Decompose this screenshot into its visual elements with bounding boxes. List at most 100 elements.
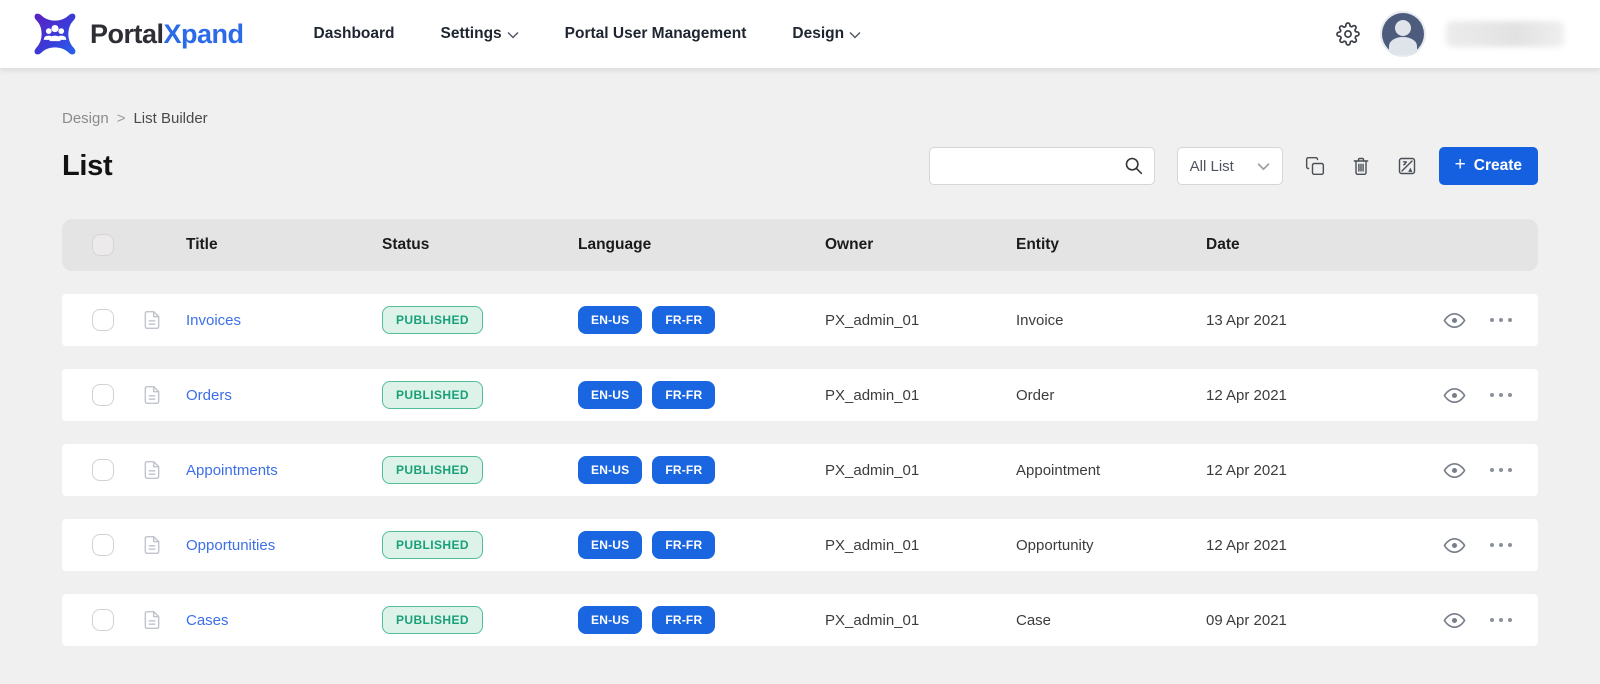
row-checkbox[interactable] xyxy=(92,384,114,406)
gear-icon[interactable] xyxy=(1336,22,1360,46)
language-badge: EN-US xyxy=(578,531,642,559)
row-actions xyxy=(1430,534,1538,557)
row-language-cell: EN-USFR-FR xyxy=(578,606,825,634)
search-box xyxy=(929,147,1155,185)
brand-logo[interactable]: PortalXpand xyxy=(30,9,244,59)
row-title-link[interactable]: Cases xyxy=(186,612,382,629)
header-title: Title xyxy=(186,236,382,254)
row-date: 12 Apr 2021 xyxy=(1206,462,1430,479)
translate-icon[interactable] xyxy=(1397,156,1417,176)
row-entity: Case xyxy=(1016,612,1206,629)
chevron-down-icon xyxy=(849,31,861,39)
language-badge: FR-FR xyxy=(652,456,715,484)
table-row: Opportunities PUBLISHED EN-USFR-FR PX_ad… xyxy=(62,519,1538,571)
row-actions xyxy=(1430,609,1538,632)
navbar-right xyxy=(1336,11,1564,57)
status-badge: PUBLISHED xyxy=(382,531,483,559)
row-checkbox[interactable] xyxy=(92,459,114,481)
eye-icon[interactable] xyxy=(1443,459,1466,482)
select-all-checkbox[interactable] xyxy=(92,234,114,256)
search-input[interactable] xyxy=(929,147,1155,185)
eye-icon[interactable] xyxy=(1443,309,1466,332)
breadcrumb-current: List Builder xyxy=(133,110,207,127)
more-actions-icon[interactable] xyxy=(1490,314,1512,326)
row-actions xyxy=(1430,309,1538,332)
nav-label: Dashboard xyxy=(314,25,395,43)
row-title-link[interactable]: Orders xyxy=(186,387,382,404)
nav-item-settings[interactable]: Settings xyxy=(441,25,519,43)
status-badge: PUBLISHED xyxy=(382,456,483,484)
list-toolbar: All List xyxy=(929,147,1538,185)
row-checkbox[interactable] xyxy=(92,309,114,331)
create-button[interactable]: + Create xyxy=(1439,147,1538,185)
table-row: Appointments PUBLISHED EN-USFR-FR PX_adm… xyxy=(62,444,1538,496)
user-name-redacted[interactable] xyxy=(1446,21,1564,47)
language-badge: EN-US xyxy=(578,606,642,634)
eye-icon[interactable] xyxy=(1443,534,1466,557)
row-actions xyxy=(1430,459,1538,482)
status-badge: PUBLISHED xyxy=(382,306,483,334)
row-status-cell: PUBLISHED xyxy=(382,456,578,484)
document-icon xyxy=(142,608,162,632)
row-owner: PX_admin_01 xyxy=(825,312,1016,329)
brand-name-primary: Portal xyxy=(90,19,164,49)
row-status-cell: PUBLISHED xyxy=(382,381,578,409)
breadcrumb-design[interactable]: Design xyxy=(62,110,109,127)
row-entity: Order xyxy=(1016,387,1206,404)
list-table: Title Status Language Owner Entity Date … xyxy=(62,219,1538,646)
more-actions-icon[interactable] xyxy=(1490,464,1512,476)
chevron-down-icon xyxy=(1257,162,1270,171)
chevron-down-icon xyxy=(507,31,519,39)
portalxpand-logo-icon xyxy=(30,9,80,59)
search-icon[interactable] xyxy=(1123,155,1144,176)
language-badge: EN-US xyxy=(578,456,642,484)
row-entity: Appointment xyxy=(1016,462,1206,479)
row-title-link[interactable]: Invoices xyxy=(186,312,382,329)
list-filter-select[interactable]: All List xyxy=(1177,147,1283,185)
document-icon xyxy=(142,458,162,482)
row-status-cell: PUBLISHED xyxy=(382,606,578,634)
document-icon xyxy=(142,383,162,407)
row-checkbox[interactable] xyxy=(92,534,114,556)
nav-item-portal-user-management[interactable]: Portal User Management xyxy=(565,25,747,43)
more-actions-icon[interactable] xyxy=(1490,389,1512,401)
header-entity: Entity xyxy=(1016,236,1206,254)
avatar-head xyxy=(1395,20,1411,36)
nav-item-design[interactable]: Design xyxy=(792,25,861,43)
breadcrumb-separator: > xyxy=(117,110,126,127)
avatar-body xyxy=(1389,37,1417,55)
row-date: 12 Apr 2021 xyxy=(1206,387,1430,404)
table-row: Cases PUBLISHED EN-USFR-FR PX_admin_01 C… xyxy=(62,594,1538,646)
header-status: Status xyxy=(382,236,578,254)
user-avatar[interactable] xyxy=(1380,11,1426,57)
more-actions-icon[interactable] xyxy=(1490,614,1512,626)
row-checkbox[interactable] xyxy=(92,609,114,631)
nav-label: Settings xyxy=(441,25,502,43)
create-button-label: Create xyxy=(1474,157,1522,175)
brand-name: PortalXpand xyxy=(90,19,244,50)
trash-icon[interactable] xyxy=(1351,156,1371,176)
row-date: 09 Apr 2021 xyxy=(1206,612,1430,629)
more-actions-icon[interactable] xyxy=(1490,539,1512,551)
plus-icon: + xyxy=(1455,154,1466,176)
nav-item-dashboard[interactable]: Dashboard xyxy=(314,25,395,43)
eye-icon[interactable] xyxy=(1443,609,1466,632)
table-header-row: Title Status Language Owner Entity Date xyxy=(62,219,1538,271)
page-content: Design > List Builder List All List xyxy=(0,68,1600,646)
language-badge: FR-FR xyxy=(652,531,715,559)
language-badge: EN-US xyxy=(578,381,642,409)
header-date: Date xyxy=(1206,236,1430,254)
language-badge: FR-FR xyxy=(652,381,715,409)
header-language: Language xyxy=(578,236,825,254)
row-title-link[interactable]: Appointments xyxy=(186,462,382,479)
row-language-cell: EN-US FR-FR xyxy=(578,381,825,409)
table-row: Invoices PUBLISHED EN-USFR-FR PX_admin_0… xyxy=(62,294,1538,346)
main-nav: Dashboard Settings Portal User Managemen… xyxy=(314,25,862,43)
breadcrumb: Design > List Builder xyxy=(62,110,1538,127)
eye-icon[interactable] xyxy=(1443,384,1466,407)
copy-icon[interactable] xyxy=(1305,156,1325,176)
status-badge: PUBLISHED xyxy=(382,381,483,409)
row-owner: PX_admin_01 xyxy=(825,612,1016,629)
row-entity: Invoice xyxy=(1016,312,1206,329)
row-title-link[interactable]: Opportunities xyxy=(186,537,382,554)
